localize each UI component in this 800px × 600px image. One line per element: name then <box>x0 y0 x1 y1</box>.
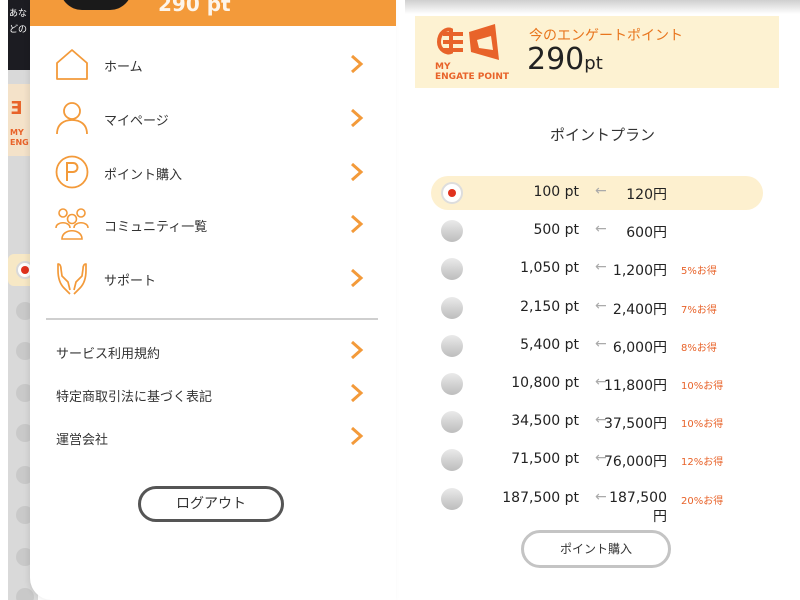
plan-discount-badge: 8%お得 <box>681 342 717 354</box>
chevron-right-icon <box>351 54 364 74</box>
plan-price: 37,500円 <box>604 416 667 433</box>
side-drawer-menu: 290 pt ホーム マイページ ポイント購入 コミュニティ一覧 サポート サー… <box>30 0 396 600</box>
plan-discount-badge: 5%お得 <box>681 266 717 278</box>
link-operating-company[interactable]: 運営会社 <box>56 422 364 452</box>
points-number: 290 <box>527 42 585 77</box>
menu-item-label: マイページ <box>104 114 169 129</box>
menu-item-mypage[interactable]: マイページ <box>54 96 364 140</box>
points-coin-icon <box>55 155 89 189</box>
menu-item-label: ポイント購入 <box>104 168 183 183</box>
plan-option-row[interactable]: 71,500 pt ← 76,000円 12%お得 <box>431 443 763 477</box>
chevron-right-icon <box>351 383 364 403</box>
plan-points: 10,800 pt <box>511 375 579 391</box>
home-icon <box>56 49 88 80</box>
menu-item-community-list[interactable]: コミュニティ一覧 <box>54 202 364 246</box>
link-label: 特定商取引法に基づく表記 <box>56 390 213 405</box>
header-shadow <box>405 0 800 14</box>
plan-discount-badge: 7%お得 <box>681 304 717 316</box>
radio-button[interactable] <box>441 296 463 319</box>
plan-option-row[interactable]: 10,800 pt ← 11,800円 10%お得 <box>431 367 763 401</box>
menu-divider <box>46 318 378 320</box>
plan-points: 187,500 pt <box>502 489 579 506</box>
radio-button[interactable] <box>441 449 463 472</box>
plan-option-row[interactable]: 1,050 pt ← 1,200円 5%お得 <box>431 252 763 286</box>
plan-price: 120円 <box>626 187 667 203</box>
current-points-value: 290pt <box>527 42 603 77</box>
plan-discount-badge: 20%お得 <box>681 495 724 507</box>
drawer-points: 290 pt <box>158 0 231 16</box>
current-points-banner: MY ENGATE POINT 今のエンゲートポイント 290pt <box>415 16 779 88</box>
link-label: 運営会社 <box>56 433 109 448</box>
megaphone-logo-icon <box>436 24 499 60</box>
link-label: サービス利用規約 <box>56 347 161 362</box>
plan-title: ポイントプラン <box>549 126 655 144</box>
plan-points: 2,150 pt <box>520 298 579 315</box>
radio-button[interactable] <box>441 334 463 357</box>
chevron-right-icon <box>351 426 364 446</box>
plan-option-row[interactable]: 100 pt ← 120円 <box>431 176 763 210</box>
background-text-2: どの <box>9 25 28 35</box>
chevron-right-icon <box>351 340 364 360</box>
plan-points: 100 pt <box>533 184 579 200</box>
radio-button[interactable] <box>441 487 463 510</box>
purchase-points-button[interactable]: ポイント購入 <box>521 530 671 568</box>
chevron-right-icon <box>351 268 364 288</box>
person-icon <box>56 102 88 135</box>
radio-button[interactable] <box>441 373 463 395</box>
plan-option-row[interactable]: 187,500 pt ← 187,500円 20%お得 <box>431 482 763 525</box>
plan-points: 1,050 pt <box>520 260 579 277</box>
menu-item-support[interactable]: サポート <box>54 256 364 300</box>
plan-option-row[interactable]: 2,150 pt ← 2,400円 7%お得 <box>431 291 763 325</box>
chevron-right-icon <box>351 108 364 128</box>
menu-item-label: コミュニティ一覧 <box>104 220 208 235</box>
background-text-1: あな <box>9 9 28 19</box>
support-hands-icon <box>57 263 87 295</box>
plan-option-row[interactable]: 34,500 pt ← 37,500円 10%お得 <box>431 405 763 439</box>
drawer-header: 290 pt <box>30 0 396 26</box>
plan-option-row[interactable]: 5,400 pt ← 6,000円 8%お得 <box>431 329 763 363</box>
plan-discount-badge: 10%お得 <box>681 419 724 431</box>
plan-points: 5,400 pt <box>520 336 579 353</box>
plan-points: 500 pt <box>533 222 579 239</box>
plan-price: 11,800円 <box>604 378 667 394</box>
plan-price: 6,000円 <box>612 339 667 356</box>
plan-price: 187,500円 <box>609 489 667 525</box>
plan-points: 71,500 pt <box>511 451 579 468</box>
screenshot-stage: あな どの Ǝ MY ENG 290 pt ホーム マイページ ポイント購入 コ… <box>0 0 800 600</box>
plan-price: 1,200円 <box>612 263 667 280</box>
plan-points: 34,500 pt <box>511 413 579 430</box>
plan-price: 600円 <box>626 225 667 242</box>
menu-item-purchase-points[interactable]: ポイント購入 <box>54 150 364 194</box>
link-terms-of-service[interactable]: サービス利用規約 <box>56 336 364 366</box>
points-unit: pt <box>584 53 603 74</box>
logout-button[interactable]: ログアウト <box>138 486 284 522</box>
menu-item-label: ホーム <box>104 60 143 75</box>
point-purchase-screen: MY ENGATE POINT 今のエンゲートポイント 290pt ポイントプラ… <box>405 0 800 600</box>
plan-price: 76,000円 <box>604 454 667 471</box>
community-icon <box>55 208 89 240</box>
logo-text: MY ENGATE POINT <box>435 62 510 82</box>
background-logo-icon: Ǝ <box>10 98 23 119</box>
plan-option-row[interactable]: 500 pt ← 600円 <box>431 214 763 248</box>
radio-button[interactable] <box>441 411 463 434</box>
menu-item-home[interactable]: ホーム <box>54 42 364 86</box>
background-logo-text: MY ENG <box>10 128 29 147</box>
chevron-right-icon <box>351 162 364 182</box>
radio-button-selected[interactable] <box>441 182 463 204</box>
radio-button[interactable] <box>441 220 463 243</box>
plan-price: 2,400円 <box>612 301 667 318</box>
plan-discount-badge: 12%お得 <box>681 457 724 469</box>
radio-button[interactable] <box>441 258 463 281</box>
plan-discount-badge: 10%お得 <box>681 381 724 392</box>
drawer-avatar <box>60 0 132 10</box>
menu-item-label: サポート <box>104 274 157 289</box>
chevron-right-icon <box>351 214 364 234</box>
background-radio <box>16 588 34 600</box>
link-commercial-transactions-act[interactable]: 特定商取引法に基づく表記 <box>56 379 364 409</box>
